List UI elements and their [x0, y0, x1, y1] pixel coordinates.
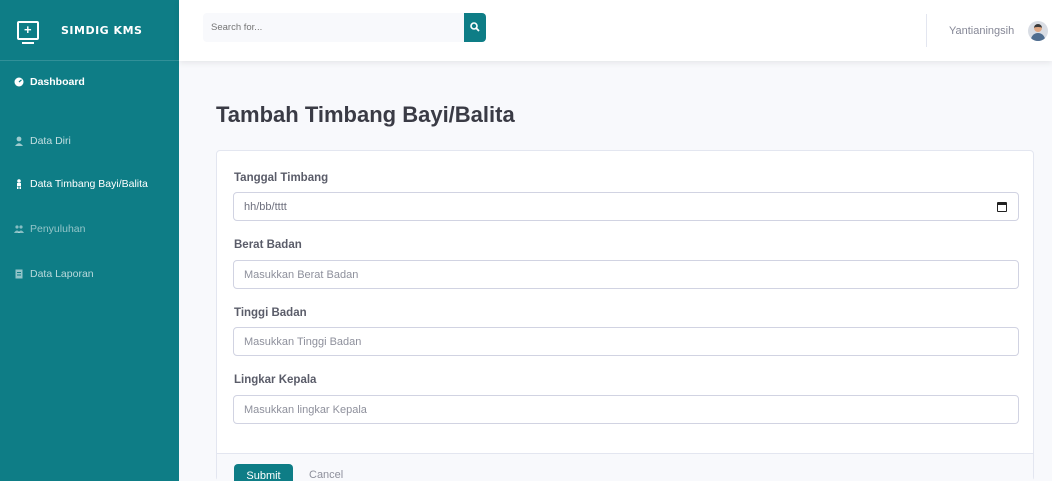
sidebar-item-label: Penyuluhan — [30, 223, 86, 235]
tinggi-badan-label: Tinggi Badan — [234, 307, 307, 319]
berat-badan-field[interactable]: Masukkan Berat Badan — [233, 260, 1019, 289]
sidebar-item-label: Dashboard — [30, 76, 85, 88]
submit-button[interactable]: Submit — [234, 464, 293, 481]
brand-name: SIMDIG KMS — [61, 23, 143, 37]
berat-badan-placeholder: Masukkan Berat Badan — [244, 268, 359, 281]
lingkar-kepala-placeholder: Masukkan lingkar Kepala — [244, 403, 367, 416]
users-icon — [14, 224, 24, 234]
brand[interactable]: + SIMDIG KMS — [0, 0, 179, 61]
cancel-link[interactable]: Cancel — [309, 469, 343, 481]
sidebar-item-dashboard[interactable]: Dashboard — [0, 72, 179, 92]
baby-icon — [14, 179, 24, 189]
search-bar — [203, 13, 486, 42]
sidebar: + SIMDIG KMS Dashboard Data Diri Data Ti… — [0, 0, 179, 481]
form-footer: Submit Cancel — [217, 453, 1033, 481]
sidebar-item-data-laporan[interactable]: Data Laporan — [0, 264, 179, 284]
avatar[interactable] — [1028, 21, 1048, 41]
lingkar-kepala-field[interactable]: Masukkan lingkar Kepala — [233, 395, 1019, 424]
report-icon — [14, 269, 24, 279]
form-card: Tanggal Timbang hh/bb/tttt Berat Badan M… — [216, 150, 1034, 481]
sidebar-item-penyuluhan[interactable]: Penyuluhan — [0, 219, 179, 239]
sidebar-item-label: Data Diri — [30, 135, 71, 147]
tanggal-timbang-label: Tanggal Timbang — [234, 172, 329, 184]
search-button[interactable] — [464, 13, 486, 42]
tanggal-timbang-field[interactable]: hh/bb/tttt — [233, 192, 1019, 221]
sidebar-item-data-diri[interactable]: Data Diri — [0, 131, 179, 151]
monitor-plus-icon: + — [17, 20, 39, 44]
search-icon — [470, 19, 480, 37]
berat-badan-label: Berat Badan — [234, 239, 302, 251]
tinggi-badan-field[interactable]: Masukkan Tinggi Badan — [233, 327, 1019, 356]
search-input[interactable] — [203, 13, 464, 42]
user-name[interactable]: Yantianingsih — [949, 25, 1014, 37]
topbar-divider — [926, 14, 927, 47]
sidebar-item-label: Data Timbang Bayi/Balita — [30, 178, 148, 190]
topbar: Yantianingsih — [179, 0, 1052, 61]
calendar-icon[interactable] — [997, 202, 1007, 212]
lingkar-kepala-label: Lingkar Kepala — [234, 374, 317, 386]
user-icon — [14, 136, 24, 146]
tinggi-badan-placeholder: Masukkan Tinggi Badan — [244, 335, 362, 348]
sidebar-item-data-timbang[interactable]: Data Timbang Bayi/Balita — [0, 174, 179, 194]
page-title: Tambah Timbang Bayi/Balita — [216, 102, 515, 127]
tanggal-timbang-value: hh/bb/tttt — [244, 200, 287, 213]
dashboard-icon — [14, 77, 24, 87]
sidebar-item-label: Data Laporan — [30, 268, 94, 280]
